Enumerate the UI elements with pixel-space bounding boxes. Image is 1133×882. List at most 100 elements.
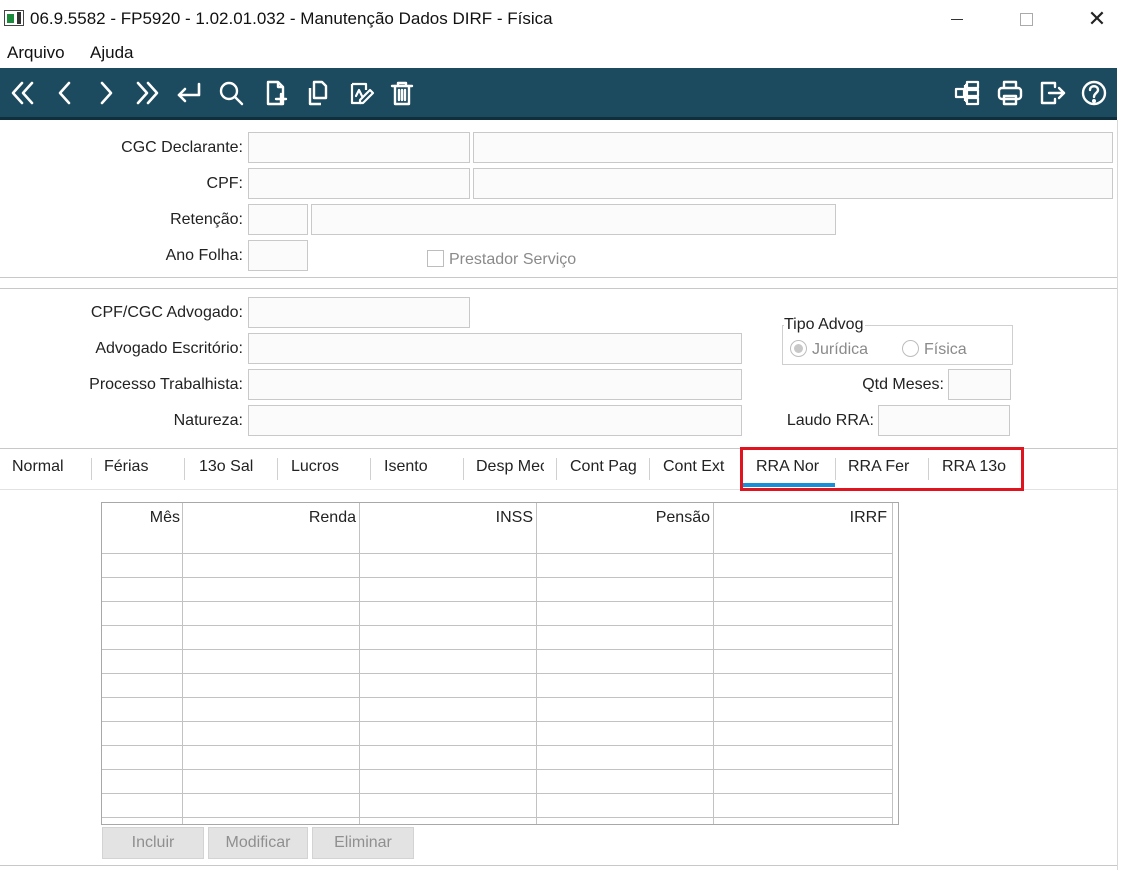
column-header-renda[interactable]: Renda (183, 509, 356, 535)
tab-divider (184, 458, 185, 480)
minimize-icon (951, 18, 963, 20)
table-row[interactable] (102, 553, 892, 554)
processo-trabalhista-label: Processo Trabalhista: (89, 376, 243, 393)
close-button[interactable]: ✕ (1062, 0, 1132, 38)
close-icon: ✕ (1087, 6, 1107, 31)
edit-icon[interactable] (344, 74, 378, 112)
column-header-mes[interactable]: Mês (102, 509, 180, 535)
last-record-icon[interactable] (130, 74, 164, 112)
tab-desp-mec[interactable]: Desp Mec (476, 458, 544, 476)
grid-column-line (359, 503, 360, 824)
next-record-icon[interactable] (89, 74, 123, 112)
retencao-label: Retenção: (170, 211, 243, 228)
juridica-label: Jurídica (812, 341, 869, 358)
search-icon[interactable] (214, 74, 248, 112)
juridica-radio[interactable] (790, 340, 807, 357)
delete-icon[interactable] (385, 74, 419, 112)
natureza-label: Natureza: (173, 412, 243, 429)
rra-grid[interactable]: Mês Renda INSS Pensão IRRF (101, 502, 899, 825)
tab-divider (91, 458, 92, 480)
retencao-code-input[interactable] (248, 204, 308, 235)
cgc-declarante-name-input[interactable] (473, 132, 1113, 163)
tab-divider (370, 458, 371, 480)
fisica-radio[interactable] (902, 340, 919, 357)
column-header-inss[interactable]: INSS (360, 509, 533, 535)
maximize-button[interactable] (991, 0, 1061, 38)
tab-ferias[interactable]: Férias (104, 458, 148, 476)
retencao-description-input[interactable] (311, 204, 836, 235)
app-icon (4, 10, 24, 26)
table-row[interactable] (102, 721, 892, 722)
tab-13o-sal[interactable]: 13o Sal (199, 458, 253, 476)
tab-cont-ext[interactable]: Cont Ext (663, 458, 724, 476)
ano-folha-label: Ano Folha: (165, 247, 243, 264)
return-icon[interactable] (172, 74, 206, 112)
table-row[interactable] (102, 817, 892, 818)
natureza-input[interactable] (248, 405, 742, 436)
section-divider (0, 277, 1117, 279)
advogado-escritorio-input[interactable] (248, 333, 742, 364)
tab-lucros[interactable]: Lucros (291, 458, 339, 476)
fisica-label: Física (924, 341, 967, 358)
cpf-input[interactable] (248, 168, 470, 199)
menu-arquivo[interactable]: Arquivo (7, 43, 65, 63)
minimize-button[interactable] (922, 0, 992, 38)
table-row[interactable] (102, 697, 892, 698)
column-header-irrf[interactable]: IRRF (714, 509, 887, 535)
processo-trabalhista-input[interactable] (248, 369, 742, 400)
tab-normal[interactable]: Normal (12, 458, 64, 476)
copy-icon[interactable] (301, 74, 335, 112)
table-row[interactable] (102, 745, 892, 746)
structure-icon[interactable] (950, 74, 984, 112)
window-edge (1117, 120, 1118, 870)
table-row[interactable] (102, 601, 892, 602)
column-header-pensao[interactable]: Pensão (537, 509, 710, 535)
bottom-divider (0, 865, 1117, 867)
maximize-icon (1019, 12, 1033, 26)
cpf-label: CPF: (206, 175, 243, 192)
menu-bar: Arquivo Ajuda (0, 38, 1133, 66)
grid-column-line (536, 503, 537, 824)
tab-divider (463, 458, 464, 480)
table-row[interactable] (102, 793, 892, 794)
menu-ajuda[interactable]: Ajuda (90, 43, 133, 63)
print-icon[interactable] (993, 74, 1027, 112)
grid-column-line (892, 503, 893, 824)
table-row[interactable] (102, 625, 892, 626)
table-row[interactable] (102, 769, 892, 770)
ano-folha-input[interactable] (248, 240, 308, 271)
cpf-name-input[interactable] (473, 168, 1113, 199)
section-divider (0, 288, 1117, 290)
modificar-button[interactable]: Modificar (208, 827, 308, 859)
grid-column-line (713, 503, 714, 824)
prestador-servico-checkbox[interactable] (427, 250, 444, 267)
table-row[interactable] (102, 673, 892, 674)
laudo-rra-label: Laudo RRA: (786, 412, 874, 429)
tipo-advog-label: Tipo Advog (784, 316, 866, 334)
eliminar-button[interactable]: Eliminar (312, 827, 414, 859)
prestador-servico-label: Prestador Serviço (449, 251, 577, 268)
window-title: 06.9.5582 - FP5920 - 1.02.01.032 - Manut… (30, 9, 553, 28)
tab-isento[interactable]: Isento (384, 458, 428, 476)
table-row[interactable] (102, 649, 892, 650)
first-record-icon[interactable] (6, 74, 40, 112)
highlight-annotation (740, 447, 1024, 491)
exit-icon[interactable] (1035, 74, 1069, 112)
cgc-declarante-input[interactable] (248, 132, 470, 163)
new-document-icon[interactable] (259, 74, 293, 112)
tab-divider (649, 458, 650, 480)
qtd-meses-input[interactable] (948, 369, 1011, 400)
previous-record-icon[interactable] (48, 74, 82, 112)
grid-column-line (182, 503, 183, 824)
qtd-meses-label: Qtd Meses: (862, 376, 944, 393)
cpf-cgc-advogado-input[interactable] (248, 297, 470, 328)
tab-divider (277, 458, 278, 480)
cpf-cgc-advogado-label: CPF/CGC Advogado: (90, 304, 243, 321)
tab-cont-pag[interactable]: Cont Pag (570, 458, 637, 476)
laudo-rra-input[interactable] (878, 405, 1010, 436)
help-icon[interactable] (1077, 74, 1111, 112)
incluir-button[interactable]: Incluir (102, 827, 204, 859)
toolbar (0, 68, 1117, 120)
advogado-escritorio-label: Advogado Escritório: (95, 340, 243, 357)
table-row[interactable] (102, 577, 892, 578)
